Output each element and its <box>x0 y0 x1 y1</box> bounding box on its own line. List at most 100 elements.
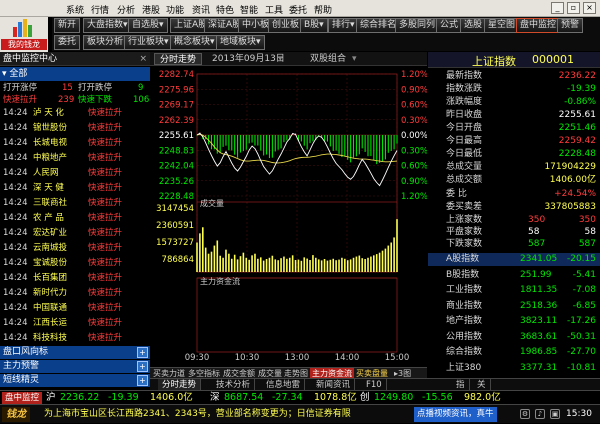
lock-icon[interactable]: ▣ <box>550 409 560 419</box>
news-scroll-text[interactable]: 为上海市宝山区长江西路2341、2343号，营业部名称变更为；日信证券有限 <box>44 405 410 424</box>
industry-sector-button[interactable]: 行业板块▾ <box>124 35 173 50</box>
menu-analysis[interactable]: 分析 <box>117 3 135 16</box>
app-logo[interactable]: 我的钱龙 <box>0 17 48 52</box>
menu-help[interactable]: 帮助 <box>314 3 332 16</box>
intraday-chart[interactable]: 2282.74 2275.96 2269.17 2262.39 2255.61 2248.… <box>150 66 427 366</box>
monitor-stock-name: 深 天 健 <box>33 183 64 193</box>
monitor-row[interactable]: 14:24 人民网 快速拉升 <box>0 167 150 179</box>
sound-icon[interactable]: ♪ <box>535 409 545 419</box>
chart-date-dropdown-icon[interactable]: ▾ <box>278 53 283 65</box>
ranking-button[interactable]: 排行▾ <box>328 18 359 33</box>
menu-function[interactable]: 功能 <box>166 3 184 16</box>
sub-index-value: 3377.31 <box>520 362 558 373</box>
menu-trade[interactable]: 委托 <box>289 3 307 16</box>
monitor-row[interactable]: 14:24 宝诚股份 快速拉升 <box>0 257 150 269</box>
sub-index-row: A股指数 2341.05 -20.15 <box>428 253 600 266</box>
monitor-row[interactable]: 14:24 长城电视 快速拉升 <box>0 137 150 149</box>
close-icon[interactable]: × <box>583 2 596 14</box>
monitor-stock-name: 宏达矿业 <box>33 228 68 238</box>
chart-combo[interactable]: 双股组合 <box>310 53 346 65</box>
chart-combo-dropdown-icon[interactable]: ▾ <box>352 53 357 65</box>
restore-icon[interactable]: ▫ <box>567 2 580 14</box>
star-map-button[interactable]: 星空图 <box>484 18 520 33</box>
section-wind-vane[interactable]: 盘口风向标 + <box>0 346 150 359</box>
monitor-time: 14:24 <box>3 168 28 178</box>
monitor-row[interactable]: 14:24 新时代力 快速拉升 <box>0 287 150 299</box>
summary-row: 快速拉升 239 快速下跌 106 <box>0 94 150 106</box>
composite-rank-button[interactable]: 综合排名 <box>356 18 401 33</box>
watchlist-dropdown-button[interactable]: 自选股▾ <box>128 18 168 33</box>
ticker-value: 8687.54 <box>224 392 264 403</box>
monitor-row[interactable]: 14:24 深 天 健 快速拉升 <box>0 182 150 194</box>
expand-icon[interactable]: + <box>137 361 148 372</box>
monitor-row[interactable]: 14:24 锦世股份 快速拉升 <box>0 122 150 134</box>
menu-tools[interactable]: 工具 <box>265 3 283 16</box>
sub-index-value: 251.99 <box>520 269 552 280</box>
chart-date[interactable]: 2013年09月13日 <box>212 53 285 65</box>
alert-button[interactable]: 预警 <box>557 18 584 33</box>
sub-index-change: -17.26 <box>566 316 596 326</box>
filter-all[interactable]: ▾ 全部 <box>0 67 150 81</box>
monitor-row[interactable]: 14:24 泸 天 化 快速拉升 <box>0 107 150 119</box>
menu-system[interactable]: 系统 <box>66 3 84 16</box>
sub-index-change: -50.31 <box>566 331 596 342</box>
stock-picker-button[interactable]: 选股 <box>460 18 487 33</box>
logo-icon <box>13 19 32 37</box>
expand-icon[interactable]: + <box>137 347 148 358</box>
menu-feature[interactable]: 特色 <box>216 3 234 16</box>
gem-board-button[interactable]: 创业板 <box>268 18 304 33</box>
video-info-badge[interactable]: 点播视频资讯，真牛 <box>414 407 497 422</box>
monitor-row[interactable]: 14:24 中粮地产 快速拉升 <box>0 152 150 164</box>
menu-quotes[interactable]: 行情 <box>91 3 109 16</box>
region-sector-button[interactable]: 地域板块▾ <box>216 35 265 50</box>
index-dropdown-button[interactable]: 大盘指数▾ <box>83 18 132 33</box>
monitor-row[interactable]: 14:24 中国联通 快速拉升 <box>0 302 150 314</box>
ticker-value: 2236.22 <box>60 392 100 403</box>
trade-button[interactable]: 委托 <box>54 35 81 50</box>
monitor-time: 14:24 <box>3 228 28 238</box>
section-short-term[interactable]: 短线精灵 + <box>0 374 150 387</box>
percent-tick: 0.30% <box>401 116 427 126</box>
monitor-time: 14:24 <box>3 288 28 298</box>
monitor-time: 14:24 <box>3 153 28 163</box>
new-window-button[interactable]: 新开 <box>54 18 81 33</box>
close-icon[interactable]: × <box>139 52 147 66</box>
ticker-change: -19.39 <box>108 392 139 403</box>
monitor-row[interactable]: 14:24 农 产 品 快速拉升 <box>0 212 150 224</box>
tab-intraday[interactable]: 分时走势 <box>154 53 203 65</box>
index-code: 000001 <box>532 53 574 66</box>
concept-sector-button[interactable]: 概念板块▾ <box>170 35 219 50</box>
ticker-amount: 982.0亿 <box>464 392 501 403</box>
monitor-stock-name: 农 产 品 <box>33 213 64 223</box>
formula-button[interactable]: 公式 <box>436 18 463 33</box>
menu-smart[interactable]: 智能 <box>240 3 258 16</box>
monitor-row[interactable]: 14:24 科技科技 快速拉升 <box>0 332 150 344</box>
sub-index-name: B股指数 <box>446 269 480 280</box>
b-shares-button[interactable]: B股▾ <box>300 18 328 33</box>
menu-info[interactable]: 资讯 <box>192 3 210 16</box>
expand-icon[interactable]: + <box>137 375 148 386</box>
menu-hk[interactable]: 港股 <box>142 3 160 16</box>
stat-label: 指数涨跌 <box>446 84 483 94</box>
monitor-row[interactable]: 14:24 宏达矿业 快速拉升 <box>0 227 150 239</box>
monitor-row[interactable]: 14:24 长百集团 快速拉升 <box>0 272 150 284</box>
settings-icon[interactable]: ⚙ <box>520 409 530 419</box>
fast-fall-count: 106 <box>133 95 150 105</box>
ticker-change: -27.34 <box>272 392 303 403</box>
section-main-alert[interactable]: 主力预警 + <box>0 360 150 373</box>
sub-index-row: 工业指数 1811.35 -7.08 <box>428 284 600 297</box>
monitor-row[interactable]: 14:24 三联商社 快速拉升 <box>0 197 150 209</box>
monitor-row[interactable]: 14:24 江西长运 快速拉升 <box>0 317 150 329</box>
minimize-icon[interactable]: _ <box>551 2 564 14</box>
stat-row: 今日最高 2259.42 <box>428 135 600 148</box>
stat-label: 今日最低 <box>446 149 483 159</box>
monitor-row[interactable]: 14:24 云南城投 快速拉升 <box>0 242 150 254</box>
time-tick: 14:00 <box>335 353 360 363</box>
toolbar-primary: 新开 大盘指数▾ 自选股▾ 上证A股 深证A股 中小板 创业板 B股▾ 排行▾ … <box>52 17 600 34</box>
monitor-tab[interactable]: 盘中监控 <box>2 392 43 404</box>
multi-stock-button[interactable]: 多股同列 <box>395 18 440 33</box>
ticker-amount: 1078.8亿 <box>314 392 357 403</box>
sector-analysis-button[interactable]: 板块分析 <box>83 35 128 50</box>
section-label: 短线精灵 <box>3 375 40 385</box>
monitor-button[interactable]: 盘中监控 <box>516 18 561 33</box>
